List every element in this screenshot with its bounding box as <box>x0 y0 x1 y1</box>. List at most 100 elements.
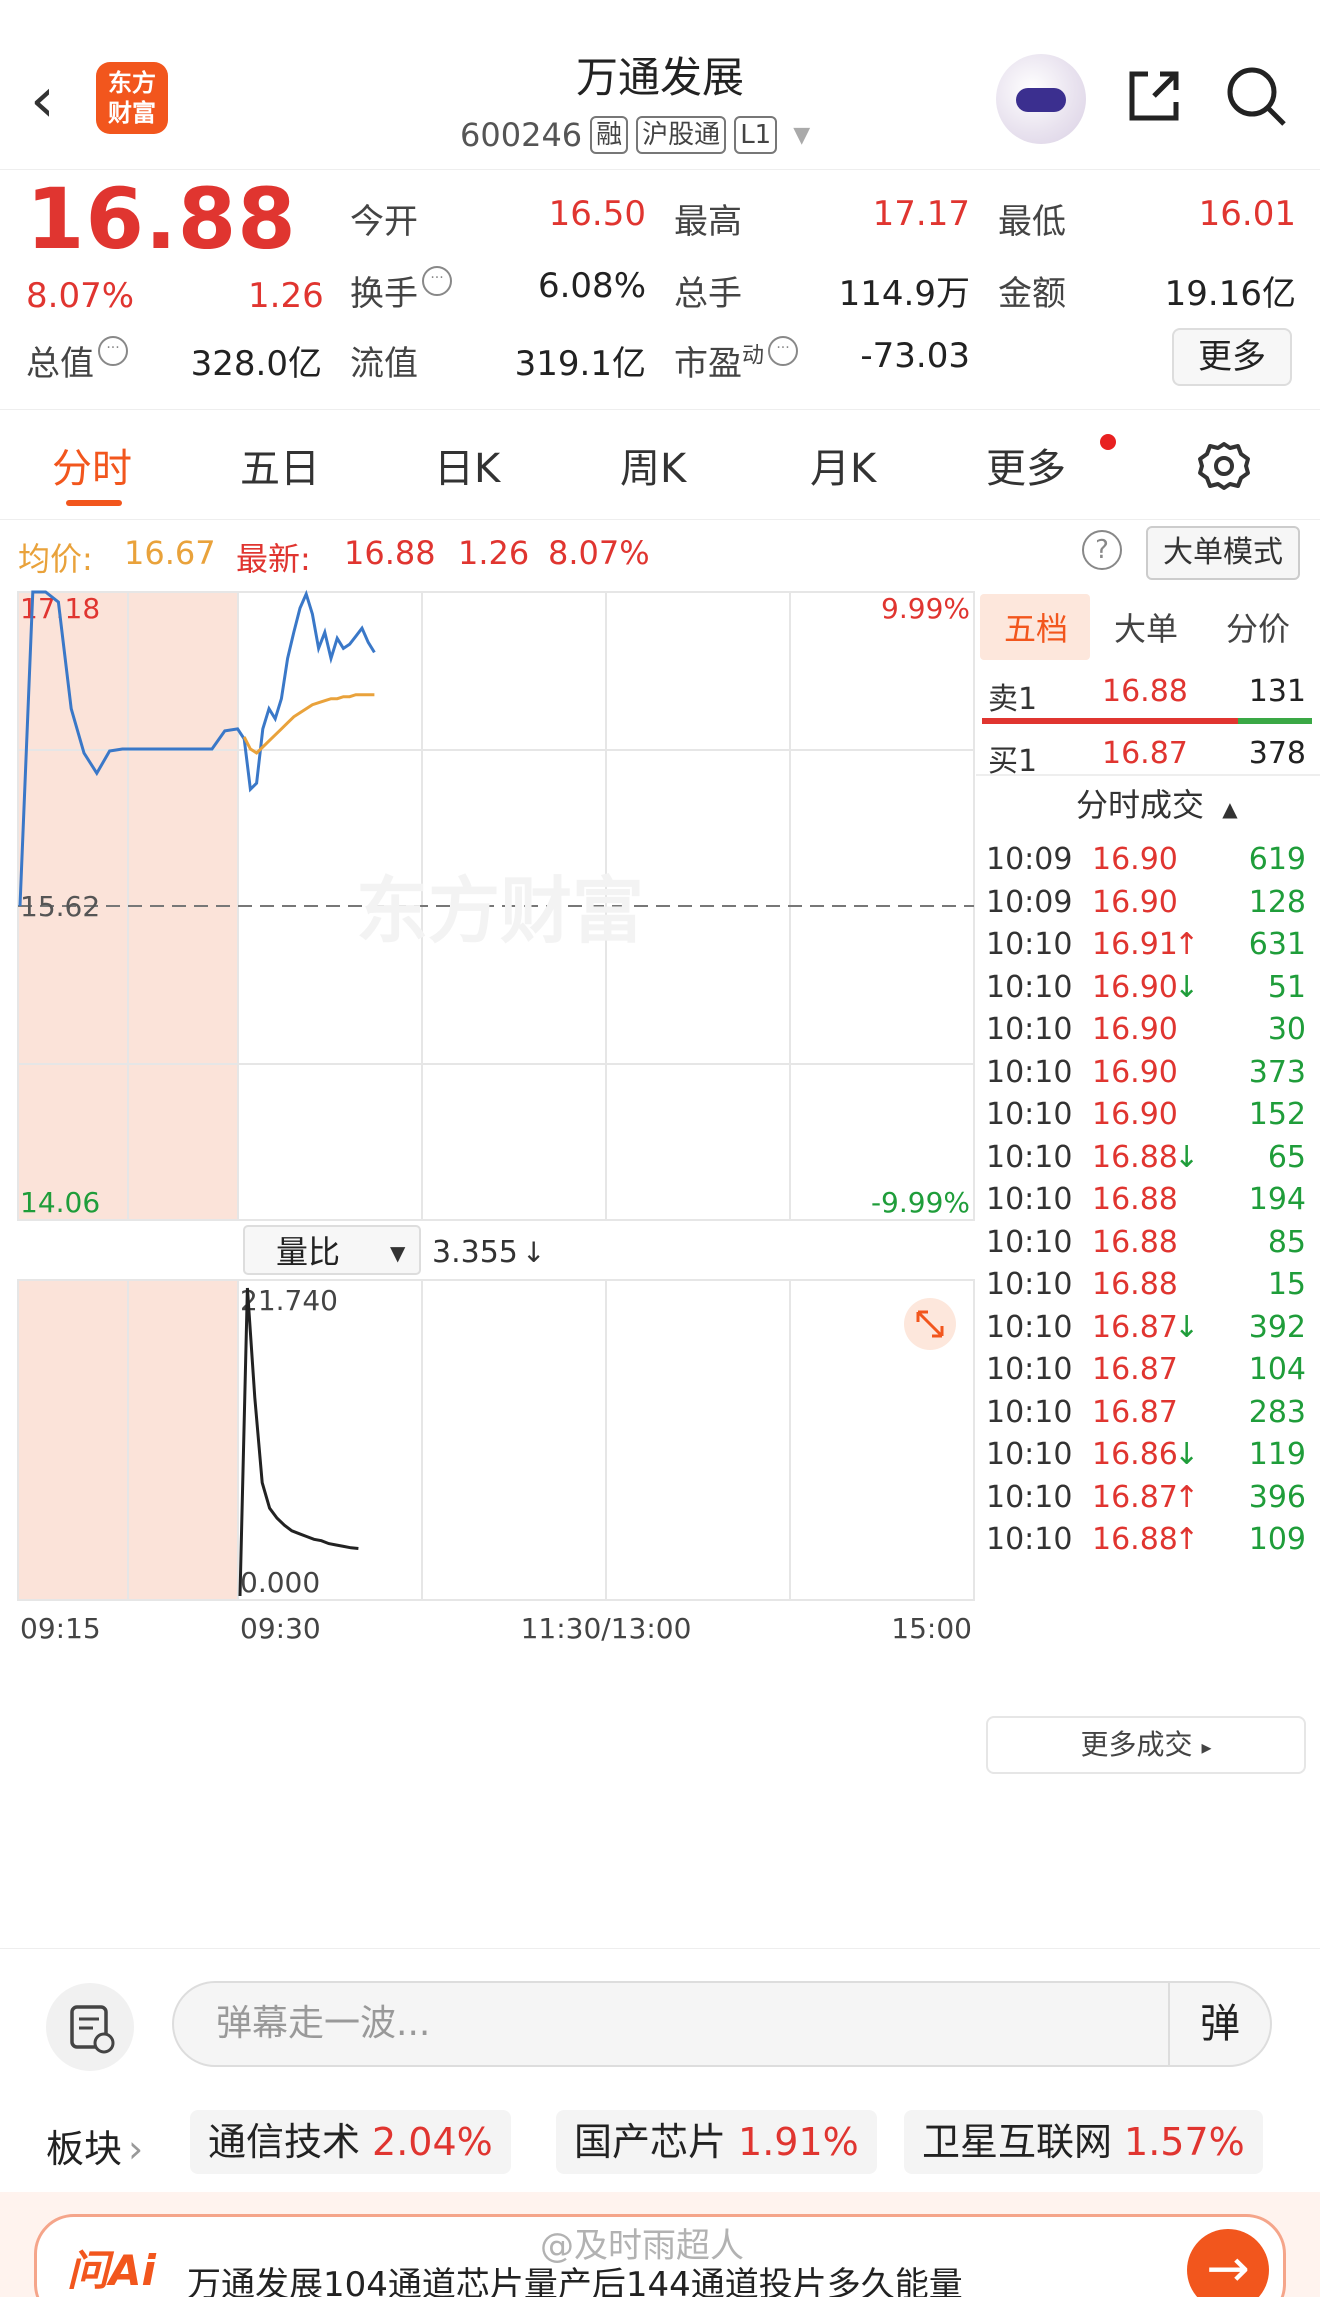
metric-label-total-value: 总值 ··· <box>26 336 128 385</box>
tab-daily-k[interactable]: 日K <box>434 436 500 494</box>
chart-tabs: 分时 五日 日K 周K 月K 更多 <box>0 410 1320 520</box>
metric-value-float-value: 319.1亿 <box>514 344 646 384</box>
trade-direction-arrow: ↑ <box>1174 1522 1200 1557</box>
stock-name: 万通发展 <box>575 53 744 102</box>
volume-ratio-line <box>238 1287 359 1597</box>
change-amount: 1.26 <box>248 276 324 316</box>
x-tick-0930: 09:30 <box>240 1612 321 1645</box>
metric-label-low: 最低 <box>998 202 1066 242</box>
tag-margin: 融 <box>590 116 629 154</box>
stock-subline: 600246 融 沪股通 L1 ▼ <box>460 112 810 158</box>
summary-line: 均价: 16.67 最新: 16.88 1.26 8.07% <box>0 520 1320 588</box>
y-tick-prev-close: 15.62 <box>20 890 100 923</box>
selector-caret-icon: ▼ <box>390 1241 406 1265</box>
metric-label-high: 最高 <box>674 202 742 242</box>
share-icon[interactable] <box>1118 60 1190 132</box>
sector-bar: 板块 › 通信技术 2.04% 国产芯片 1.91% 卫星互联网 1.57% <box>0 2092 1320 2192</box>
sector-chip[interactable]: 国产芯片 1.91% <box>556 2110 877 2174</box>
x-tick-midday: 11:30/13:00 <box>521 1612 692 1645</box>
info-icon[interactable]: ··· <box>98 336 128 366</box>
ask-price: 16.88 <box>1102 674 1188 709</box>
tab-level5[interactable]: 五档 <box>1004 604 1068 650</box>
logo-text-2: 财富 <box>108 99 156 127</box>
trade-volume: 109 <box>1248 1522 1306 1557</box>
tab-big-orders[interactable]: 大单 <box>1114 604 1178 650</box>
image-watermark: @及时雨超人 <box>540 2226 744 2266</box>
order-book-panel: 五档 大单 分价 卖1 16.88 131 买1 16.87 378 分时成交 … <box>976 588 1320 1948</box>
assistant-avatar[interactable] <box>996 54 1086 144</box>
change-percent: 8.07% <box>26 276 135 316</box>
ask-volume: 131 <box>1248 674 1306 709</box>
latest-price: 16.88 <box>344 534 436 572</box>
x-tick-0915: 09:15 <box>20 1612 101 1645</box>
dropdown-icon[interactable]: ▼ <box>793 123 810 148</box>
tab-intraday[interactable]: 分时 <box>52 436 132 494</box>
metric-label-open: 今开 <box>350 202 418 242</box>
chevron-right-icon: › <box>128 2127 144 2171</box>
search-icon[interactable] <box>1220 60 1292 132</box>
tab-monthly-k[interactable]: 月K <box>810 436 876 494</box>
app-logo: 东方 财富 <box>96 62 168 134</box>
order-imbalance-bar-buy <box>1238 718 1312 724</box>
tab-price-dist[interactable]: 分价 <box>1226 604 1290 650</box>
current-price: 16.88 <box>26 170 297 268</box>
down-arrow-icon: ↓ <box>522 1236 545 1269</box>
metric-value-low: 16.01 <box>1198 194 1296 234</box>
big-order-mode-button[interactable]: 大单模式 <box>1146 526 1300 580</box>
latest-percent: 8.07% <box>548 534 650 572</box>
sort-up-icon: ▲ <box>1222 797 1238 821</box>
chart-watermark: 东方财富 <box>356 869 644 953</box>
metric-label-pe: 市盈动 ··· <box>674 336 799 385</box>
help-icon[interactable]: ? <box>1082 530 1122 570</box>
info-icon[interactable]: ··· <box>422 266 452 296</box>
trades-title[interactable]: 分时成交 ▲ <box>1076 780 1238 826</box>
sector-chip[interactable]: 卫星互联网 1.57% <box>904 2110 1263 2174</box>
info-icon[interactable]: ··· <box>768 336 799 366</box>
tab-more[interactable]: 更多 <box>986 436 1066 494</box>
settings-gear-icon[interactable] <box>1196 438 1252 494</box>
ai-go-button[interactable]: → <box>1187 2229 1269 2297</box>
y-tick-pct-low: -9.99% <box>871 1186 970 1219</box>
volume-y-tick-high: 21.740 <box>240 1284 338 1317</box>
comment-bar: 弹幕走一波... 弹 <box>0 1948 1320 2092</box>
danmu-input[interactable]: 弹幕走一波... <box>172 1981 1272 2067</box>
metric-value-turnover: 6.08% <box>537 266 646 306</box>
danmu-send-button[interactable]: 弹 <box>1168 1983 1270 2065</box>
bid-volume: 378 <box>1248 736 1306 771</box>
sector-label[interactable]: 板块 › <box>46 2118 143 2173</box>
avg-price-label: 均价: <box>18 540 93 578</box>
tab-underline <box>66 500 122 506</box>
tag-level: L1 <box>734 116 778 154</box>
metric-value-amount: 19.16亿 <box>1164 274 1296 314</box>
metric-label-turnover: 换手 ··· <box>350 266 452 315</box>
tab-five-day[interactable]: 五日 <box>240 436 320 494</box>
more-trades-button[interactable]: 更多成交 ▸ <box>986 1716 1306 1774</box>
header: ‹ 东方 财富 万通发展 600246 融 沪股通 L1 ▼ <box>0 0 1320 170</box>
metric-label-volume: 总手 <box>674 274 742 314</box>
notification-dot <box>1100 434 1116 450</box>
sector-chip[interactable]: 通信技术 2.04% <box>190 2110 511 2174</box>
y-tick-pct-high: 9.99% <box>881 592 970 625</box>
latest-change: 1.26 <box>458 534 530 572</box>
tab-weekly-k[interactable]: 周K <box>620 436 686 494</box>
ask-row: 卖1 16.88 131 <box>982 666 1312 722</box>
metric-value-high: 17.17 <box>872 194 970 234</box>
trade-row: 10:10 16.88 ↑ 109 <box>982 1510 1312 1572</box>
ask-label: 卖1 <box>988 682 1038 717</box>
metric-value-open: 16.50 <box>548 194 646 234</box>
more-metrics-button[interactable]: 更多 <box>1172 328 1292 386</box>
tag-hk-connect: 沪股通 <box>636 116 727 154</box>
volume-ratio-value: 3.355 <box>432 1235 518 1270</box>
volume-y-tick-low: 0.000 <box>240 1566 320 1599</box>
trade-price: 16.88 <box>1092 1522 1178 1557</box>
chevron-right-icon: ▸ <box>1201 1735 1212 1759</box>
x-tick-1500: 15:00 <box>891 1612 972 1645</box>
intraday-chart[interactable]: 东方财富 17.18 15.62 14.06 9.99% -9.99% 量比 ▼… <box>0 588 976 1948</box>
metric-value-volume: 114.9万 <box>838 274 970 314</box>
metric-value-total-value: 328.0亿 <box>190 344 322 384</box>
y-tick-low: 14.06 <box>20 1186 100 1219</box>
back-button[interactable]: ‹ <box>30 60 80 140</box>
trade-time: 10:10 <box>986 1522 1073 1557</box>
notes-icon[interactable] <box>46 1983 134 2071</box>
stock-code: 600246 <box>460 116 583 154</box>
